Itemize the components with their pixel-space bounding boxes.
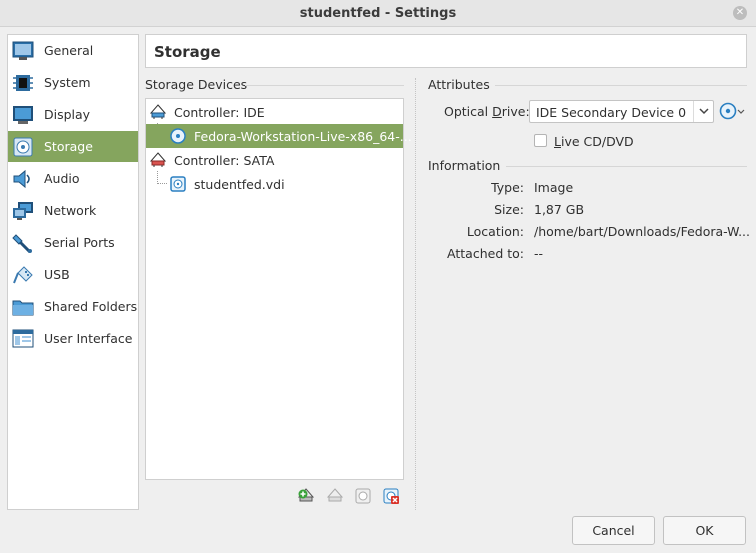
folder-icon [12,297,34,317]
title-bar: studentfed - Settings ✕ [0,0,756,27]
sidebar-item-label: General [44,43,94,58]
cancel-button[interactable]: Cancel [572,516,655,545]
disk-icon [12,137,34,157]
sidebar-item-label: System [44,75,91,90]
sidebar-item-general[interactable]: General [8,35,138,66]
group-separator [245,85,404,86]
add-attachment-button[interactable] [297,487,315,505]
optical-drive-label: Optical Drive: [444,104,530,119]
type-label: Type: [491,180,524,195]
tree-item-hard-disk[interactable]: studentfed.vdi [146,172,403,196]
sidebar-item-label: Storage [44,139,93,154]
close-button[interactable]: ✕ [733,6,747,20]
sidebar-item-label: Serial Ports [44,235,115,250]
sidebar-item-usb[interactable]: USB [8,259,138,290]
choose-disk-button[interactable] [719,101,745,121]
sidebar-item-network[interactable]: Network [8,195,138,226]
window-icon [12,329,34,349]
chevron-down-icon [693,101,713,122]
sidebar-item-label: User Interface [44,331,133,346]
tree-item-optical-disc[interactable]: Fedora-Workstation-Live-x86_64-... [146,124,412,148]
sidebar-item-audio[interactable]: Audio [8,163,138,194]
sidebar-item-serial-ports[interactable]: Serial Ports [8,227,138,258]
remove-controller-button[interactable] [326,487,344,505]
add-disk-button[interactable] [354,487,372,505]
attached-to-value: -- [534,246,544,261]
sidebar-item-user-interface[interactable]: User Interface [8,323,138,354]
type-value: Image [534,180,574,195]
monitor-icon [12,105,34,125]
chip-icon [12,73,34,93]
optical-drive-select[interactable]: IDE Secondary Device 0 [529,100,714,123]
storage-devices-label: Storage Devices [145,77,248,92]
size-value: 1,87 GB [534,202,585,217]
optical-disc-icon [170,128,186,144]
panel-separator [415,78,416,510]
network-icon [12,201,34,221]
ide-controller-icon [149,104,167,120]
sidebar-item-shared-folders[interactable]: Shared Folders [8,291,138,322]
sidebar-item-label: USB [44,267,70,282]
sidebar-item-display[interactable]: Display [8,99,138,130]
group-separator [495,85,747,86]
sidebar-item-label: Audio [44,171,80,186]
sidebar-item-label: Network [44,203,97,218]
sata-controller-icon [149,152,167,168]
sidebar-item-system[interactable]: System [8,67,138,98]
ok-button[interactable]: OK [663,516,746,545]
tree-item-label: Fedora-Workstation-Live-x86_64-... [194,129,412,144]
location-label: Location: [466,224,524,239]
window-title: studentfed - Settings [299,6,457,21]
sidebar-item-label: Shared Folders [44,299,138,314]
attributes-label: Attributes [428,77,490,92]
settings-sidebar: General System Display Storage Audio Net… [7,34,139,510]
optical-drive-value: IDE Secondary Device 0 [536,105,687,120]
tree-item-controller-sata[interactable]: Controller: SATA [146,148,403,172]
sidebar-item-storage[interactable]: Storage [8,131,138,162]
serial-port-icon [12,233,34,254]
live-cd-checkbox[interactable] [534,134,547,147]
tree-item-label: Controller: IDE [174,105,265,120]
information-label: Information [428,158,501,173]
optical-disc-icon [719,102,745,120]
attached-to-label: Attached to: [447,246,524,261]
hard-disk-icon [170,176,186,192]
tree-item-controller-ide[interactable]: Controller: IDE [146,100,403,124]
sidebar-item-label: Display [44,107,91,122]
size-label: Size: [494,202,524,217]
storage-tree[interactable]: Controller: IDE Fedora-Workstation-Live-… [145,98,412,480]
general-icon [12,41,34,61]
page-title: Storage [154,43,221,61]
tree-item-label: Controller: SATA [174,153,275,168]
usb-icon [12,265,34,285]
remove-attachment-button[interactable] [382,487,400,505]
tree-item-label: studentfed.vdi [194,177,285,192]
group-separator [506,166,747,167]
page-header: Storage [145,34,747,68]
speaker-icon [12,169,34,189]
location-value: /home/bart/Downloads/Fedora-W... [534,224,750,239]
live-cd-label[interactable]: Live CD/DVD [554,134,634,149]
